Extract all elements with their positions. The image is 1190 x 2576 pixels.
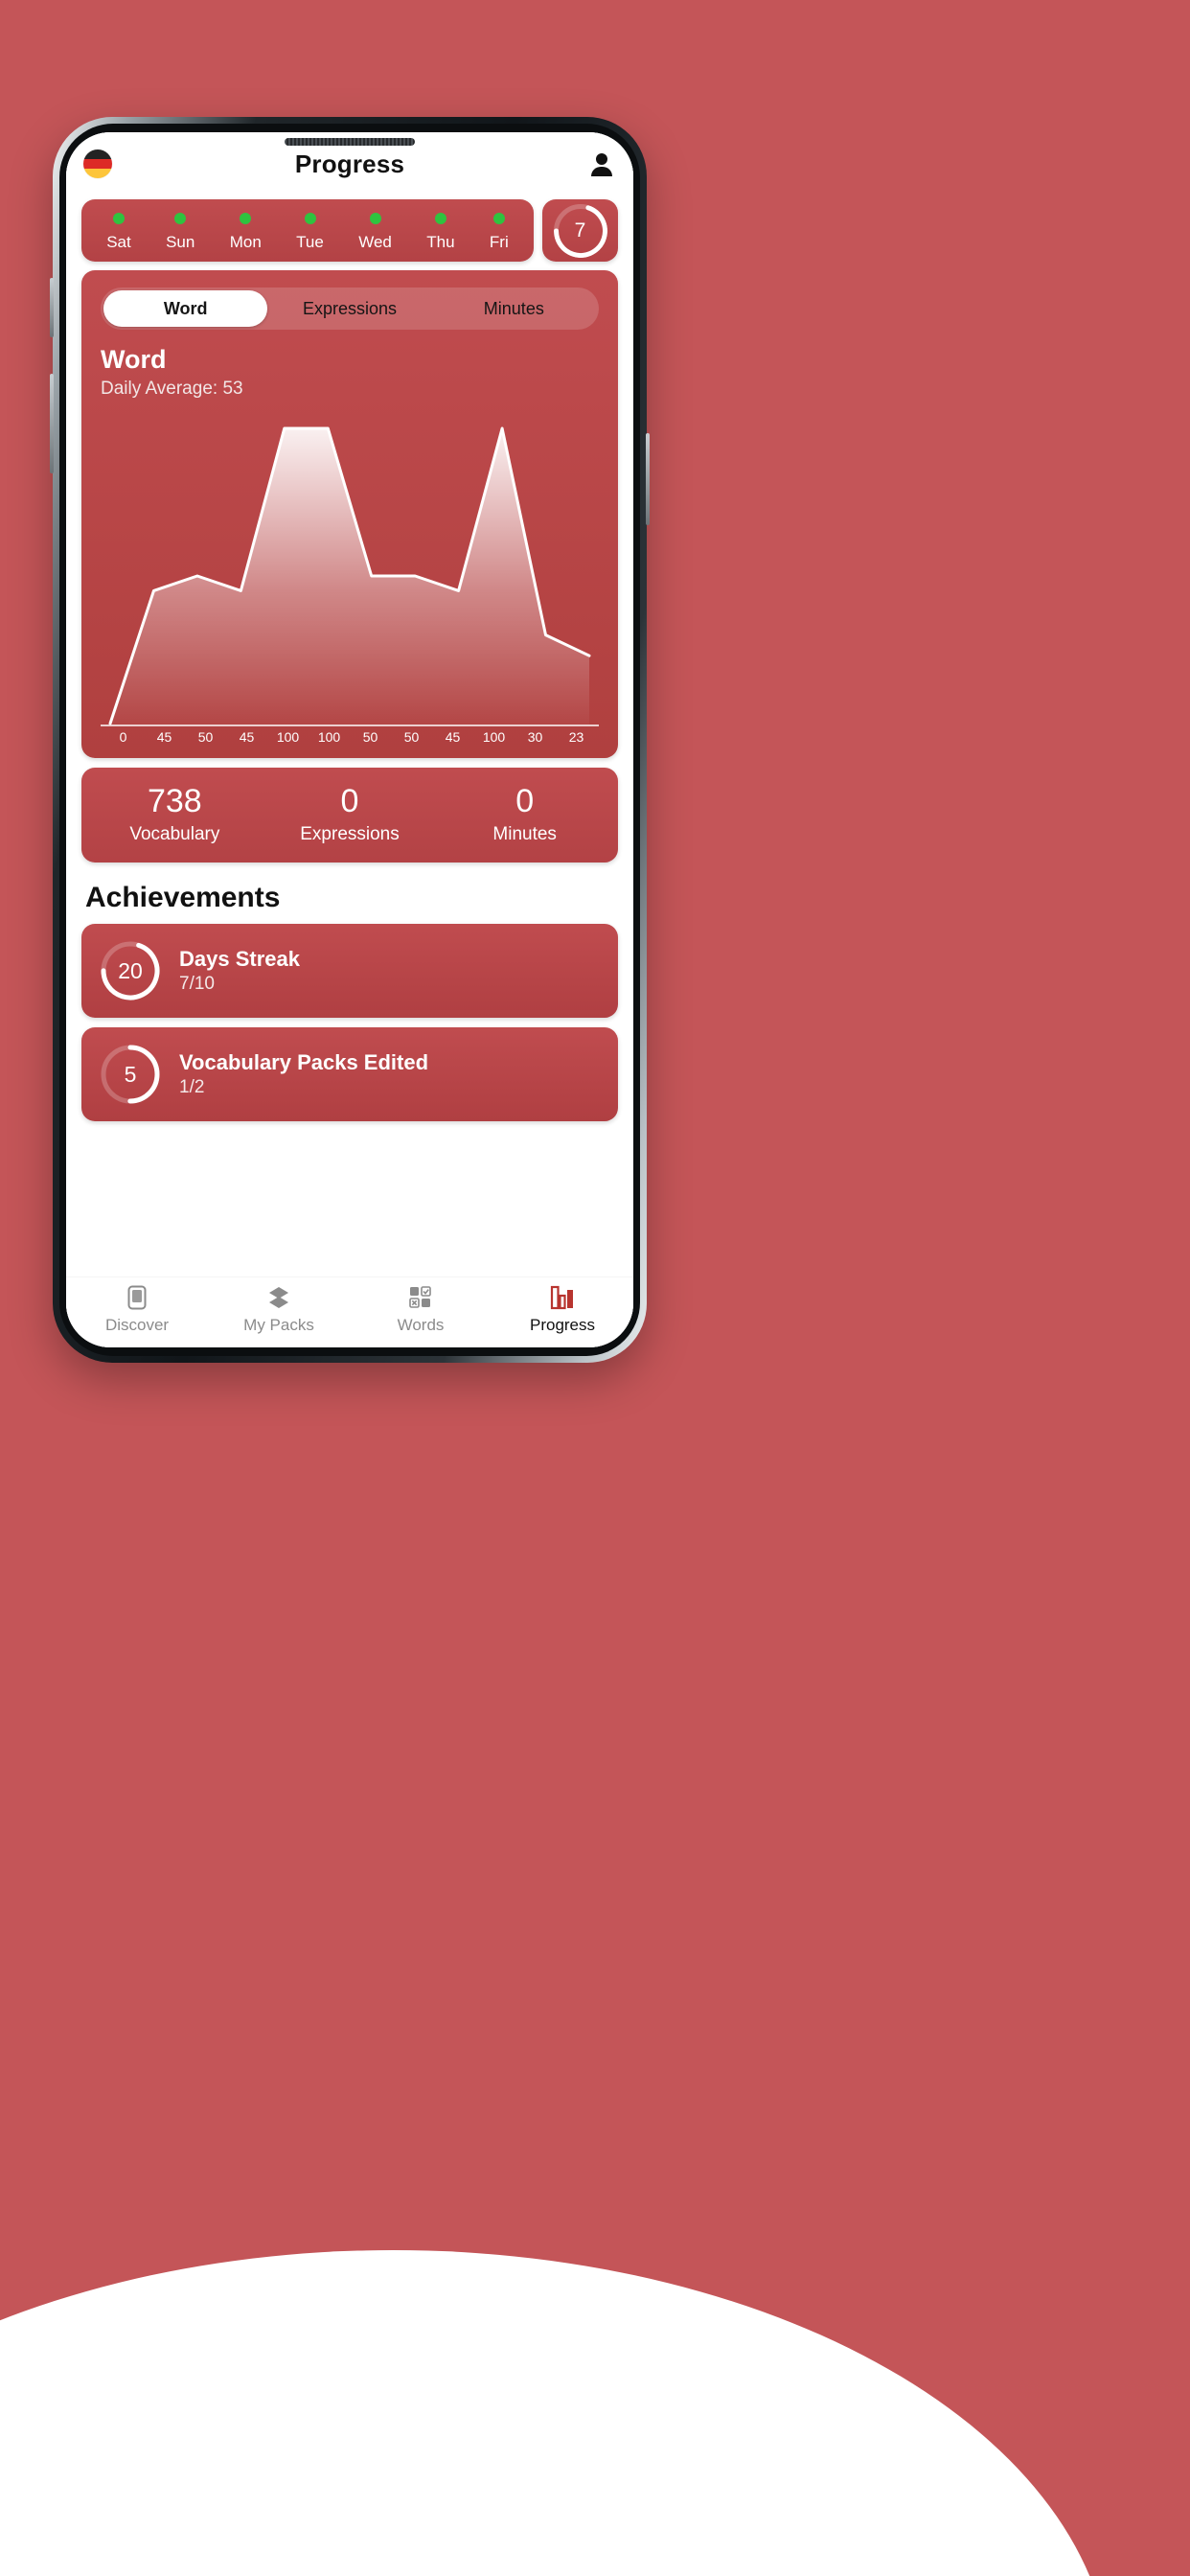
achievement-progress: 7/10 bbox=[179, 974, 215, 995]
chart-x-axis: 0 45 50 45 100 100 50 50 45 100 30 23 bbox=[101, 729, 599, 745]
stat-label: Vocabulary bbox=[129, 824, 220, 845]
achievement-text: Days Streak 7/10 bbox=[179, 947, 300, 995]
device-power-button[interactable] bbox=[646, 433, 650, 525]
nav-item-my-packs[interactable]: My Packs bbox=[208, 1285, 350, 1335]
totals-card: 738 Vocabulary 0 Expressions 0 Minutes bbox=[81, 768, 618, 863]
person-icon[interactable] bbox=[587, 150, 616, 178]
x-tick: 100 bbox=[482, 729, 506, 745]
phone-device-frame: Progress Sat Sun Mon Tue Wed Thu Fri 7 W… bbox=[50, 117, 650, 1363]
stat-value: 0 bbox=[340, 783, 359, 819]
area-chart bbox=[101, 409, 599, 727]
day-label: Thu bbox=[426, 233, 455, 251]
nav-label: Discover bbox=[104, 1316, 170, 1334]
stat-expressions: 0 Expressions bbox=[263, 783, 438, 845]
stat-value: 0 bbox=[515, 783, 535, 819]
nav-label: Progress bbox=[529, 1316, 596, 1334]
streak-badge-card[interactable]: 7 bbox=[542, 199, 618, 262]
day-item[interactable]: Tue bbox=[296, 213, 324, 250]
achievement-row[interactable]: 20 Days Streak 7/10 bbox=[81, 924, 618, 1019]
app-root: Progress Sat Sun Mon Tue Wed Thu Fri 7 W… bbox=[66, 132, 633, 1347]
x-tick: 45 bbox=[239, 729, 255, 745]
stat-vocabulary: 738 Vocabulary bbox=[87, 783, 263, 845]
achievements-heading: Achievements bbox=[85, 882, 281, 914]
day-label: Fri bbox=[489, 233, 509, 251]
stat-minutes: 0 Minutes bbox=[437, 783, 612, 845]
achievement-text: Vocabulary Packs Edited 1/2 bbox=[179, 1050, 428, 1098]
achievement-progress: 1/2 bbox=[179, 1077, 205, 1098]
tab-expressions[interactable]: Expressions bbox=[267, 290, 431, 327]
week-days-card: Sat Sun Mon Tue Wed Thu Fri bbox=[81, 199, 534, 262]
card-icon bbox=[127, 1285, 147, 1310]
day-item[interactable]: Sun bbox=[166, 213, 195, 250]
x-tick: 45 bbox=[156, 729, 172, 745]
bottom-navigation: Discover My Packs Words Progress bbox=[66, 1276, 633, 1347]
x-tick: 50 bbox=[362, 729, 378, 745]
nav-item-progress[interactable]: Progress bbox=[492, 1285, 633, 1335]
achievement-progress-ring: 20 bbox=[101, 941, 160, 1000]
x-tick: 30 bbox=[527, 729, 543, 745]
day-label: Tue bbox=[296, 233, 324, 251]
day-label: Mon bbox=[229, 233, 262, 251]
day-status-dot bbox=[240, 213, 252, 224]
stat-label: Minutes bbox=[492, 824, 557, 845]
stacked-layers-icon bbox=[266, 1285, 291, 1310]
device-screen: Progress Sat Sun Mon Tue Wed Thu Fri 7 W… bbox=[66, 132, 633, 1347]
achievement-name: Vocabulary Packs Edited bbox=[179, 1050, 429, 1075]
stat-value: 738 bbox=[147, 783, 202, 819]
day-status-dot bbox=[492, 213, 505, 224]
day-item[interactable]: Mon bbox=[230, 213, 262, 250]
day-status-dot bbox=[304, 213, 316, 224]
achievement-progress-ring: 5 bbox=[101, 1045, 160, 1104]
day-status-dot bbox=[112, 213, 125, 224]
nav-item-words[interactable]: Words bbox=[350, 1285, 492, 1335]
tab-minutes[interactable]: Minutes bbox=[432, 290, 596, 327]
day-status-dot bbox=[369, 213, 381, 224]
stat-label: Expressions bbox=[300, 824, 400, 845]
day-item[interactable]: Thu bbox=[426, 213, 455, 251]
achievement-name: Days Streak bbox=[179, 947, 300, 972]
day-item[interactable]: Sat bbox=[106, 213, 131, 250]
day-label: Sun bbox=[166, 233, 195, 251]
device-volume-down-button[interactable] bbox=[50, 374, 54, 473]
x-tick: 100 bbox=[276, 729, 300, 745]
x-tick: 45 bbox=[445, 729, 461, 745]
x-tick: 23 bbox=[568, 729, 584, 745]
chart-subtitle: Daily Average: 53 bbox=[101, 379, 243, 399]
page-title: Progress bbox=[294, 149, 405, 178]
german-flag-icon[interactable] bbox=[83, 150, 112, 178]
area-chart-svg bbox=[101, 426, 599, 726]
metric-segmented-control[interactable]: Word Expressions Minutes bbox=[101, 288, 599, 330]
day-label: Sat bbox=[106, 233, 131, 251]
earpiece-speaker bbox=[285, 138, 415, 146]
bar-chart-icon bbox=[550, 1285, 575, 1310]
day-item[interactable]: Wed bbox=[358, 213, 392, 250]
day-status-dot bbox=[174, 213, 187, 224]
scroll-content[interactable]: Sat Sun Mon Tue Wed Thu Fri 7 Word Expre… bbox=[66, 196, 633, 1276]
nav-item-discover[interactable]: Discover bbox=[66, 1285, 208, 1335]
x-tick: 100 bbox=[317, 729, 341, 745]
day-status-dot bbox=[434, 213, 446, 224]
background-curve-decoration bbox=[0, 2250, 1111, 2576]
device-volume-up-button[interactable] bbox=[50, 278, 54, 337]
nav-label: My Packs bbox=[243, 1316, 314, 1334]
streak-value: 7 bbox=[574, 218, 586, 242]
chart-title: Word bbox=[101, 345, 167, 374]
grid-check-icon bbox=[409, 1285, 432, 1310]
achievement-row[interactable]: 5 Vocabulary Packs Edited 1/2 bbox=[81, 1027, 618, 1122]
streak-progress-ring: 7 bbox=[553, 203, 607, 258]
day-item[interactable]: Fri bbox=[490, 213, 509, 250]
x-tick: 50 bbox=[197, 729, 214, 745]
achievement-badge-value: 20 bbox=[118, 958, 143, 983]
day-label: Wed bbox=[358, 233, 392, 251]
achievement-badge-value: 5 bbox=[125, 1062, 137, 1087]
x-tick: 0 bbox=[119, 729, 127, 745]
week-strip: Sat Sun Mon Tue Wed Thu Fri 7 bbox=[81, 199, 618, 262]
tab-word[interactable]: Word bbox=[103, 290, 268, 327]
nav-label: Words bbox=[397, 1316, 445, 1334]
x-tick: 50 bbox=[403, 729, 420, 745]
chart-card: Word Expressions Minutes Word Daily Aver… bbox=[81, 270, 618, 758]
